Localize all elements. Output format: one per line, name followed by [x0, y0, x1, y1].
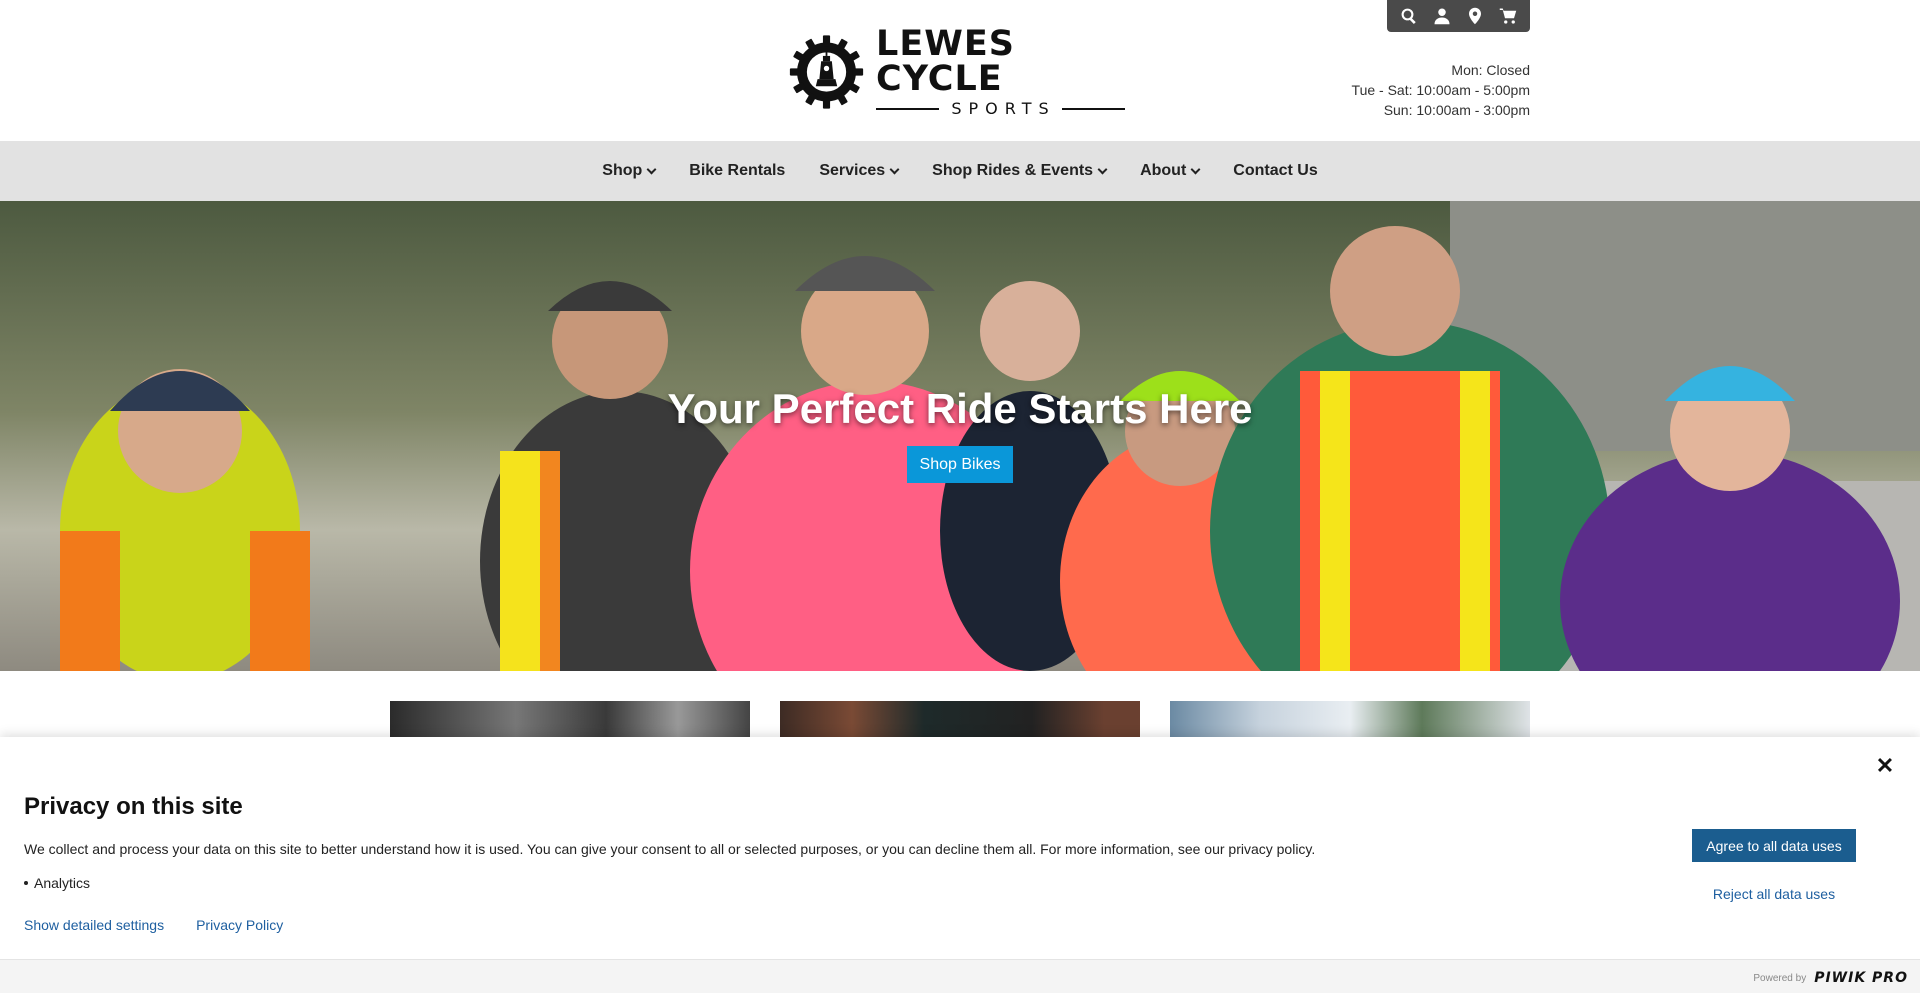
chevron-down-icon	[1190, 164, 1201, 174]
cart-icon[interactable]	[1494, 2, 1522, 30]
privacy-links: Show detailed settings Privacy Policy	[24, 917, 283, 933]
gear-logo-icon	[789, 35, 864, 109]
search-icon[interactable]	[1395, 2, 1423, 30]
shop-bikes-button[interactable]: Shop Bikes	[907, 446, 1013, 483]
hours-line: Tue - Sat: 10:00am - 5:00pm	[1351, 82, 1530, 98]
feature-tile[interactable]	[1170, 701, 1530, 741]
hero-photo	[0, 201, 1920, 671]
nav-item-label: Services	[819, 162, 886, 179]
reject-all-button[interactable]: Reject all data uses	[1692, 877, 1856, 910]
site-logo[interactable]: LEWES CYCLE SPORTS	[789, 24, 1126, 118]
hero-banner: Your Perfect Ride Starts Here Shop Bikes	[0, 201, 1920, 671]
nav-item-label: Bike Rentals	[689, 162, 786, 179]
hours-line: Mon: Closed	[1451, 62, 1530, 78]
privacy-title: Privacy on this site	[24, 793, 243, 820]
logo-sub-text: SPORTS	[951, 99, 1056, 118]
privacy-policy-link[interactable]: Privacy Policy	[196, 917, 283, 933]
nav-item-about[interactable]: About	[1140, 162, 1201, 180]
chevron-down-icon	[646, 164, 657, 174]
show-detailed-settings-link[interactable]: Show detailed settings	[24, 917, 164, 933]
privacy-footer: Powered by PIWIK PRO	[0, 959, 1920, 993]
utility-bar	[1387, 0, 1530, 32]
privacy-purpose-item: Analytics	[24, 875, 90, 891]
nav-item-bike-rentals[interactable]: Bike Rentals	[689, 162, 785, 180]
main-nav: Shop Bike Rentals Services Shop Rides & …	[0, 141, 1920, 201]
powered-by-label: Powered by	[1753, 972, 1807, 984]
nav-item-shop-rides-events[interactable]: Shop Rides & Events	[932, 162, 1108, 180]
nav-item-label: Shop Rides & Events	[932, 162, 1094, 179]
privacy-purpose-label: Analytics	[34, 875, 91, 891]
nav-item-services[interactable]: Services	[819, 162, 900, 180]
nav-item-shop[interactable]: Shop	[602, 162, 657, 180]
logo-divider	[876, 108, 940, 110]
nav-item-label: Contact Us	[1233, 162, 1318, 179]
piwik-pro-logo[interactable]: PIWIK PRO	[1814, 970, 1908, 986]
feature-tile[interactable]	[390, 701, 750, 741]
feature-tile[interactable]	[780, 701, 1140, 741]
bullet-icon	[24, 881, 28, 885]
nav-item-contact-us[interactable]: Contact Us	[1233, 162, 1317, 180]
nav-item-label: Shop	[602, 162, 643, 179]
location-icon[interactable]	[1461, 2, 1489, 30]
privacy-banner: ✕ Privacy on this site We collect and pr…	[0, 737, 1920, 993]
logo-divider	[1061, 108, 1126, 110]
logo-sub-row: SPORTS	[876, 99, 1126, 118]
hero-title: Your Perfect Ride Starts Here	[667, 385, 1253, 432]
logo-wordmark: LEWES CYCLE SPORTS	[876, 24, 1126, 118]
site-header: LEWES CYCLE SPORTS Mon: Closed Tue - Sat…	[0, 0, 1920, 141]
agree-all-button[interactable]: Agree to all data uses	[1692, 829, 1856, 862]
store-hours: Mon: Closed Tue - Sat: 10:00am - 5:00pm …	[1352, 60, 1530, 120]
user-icon[interactable]	[1428, 2, 1456, 30]
chevron-down-icon	[889, 164, 900, 174]
hours-line: Sun: 10:00am - 3:00pm	[1383, 102, 1530, 118]
close-icon[interactable]: ✕	[1874, 753, 1896, 778]
logo-main-text: LEWES CYCLE	[876, 24, 1015, 99]
chevron-down-icon	[1097, 164, 1108, 174]
privacy-description: We collect and process your data on this…	[24, 841, 1316, 857]
nav-item-label: About	[1140, 162, 1187, 179]
powered-by: Powered by PIWIK PRO	[1753, 970, 1908, 986]
